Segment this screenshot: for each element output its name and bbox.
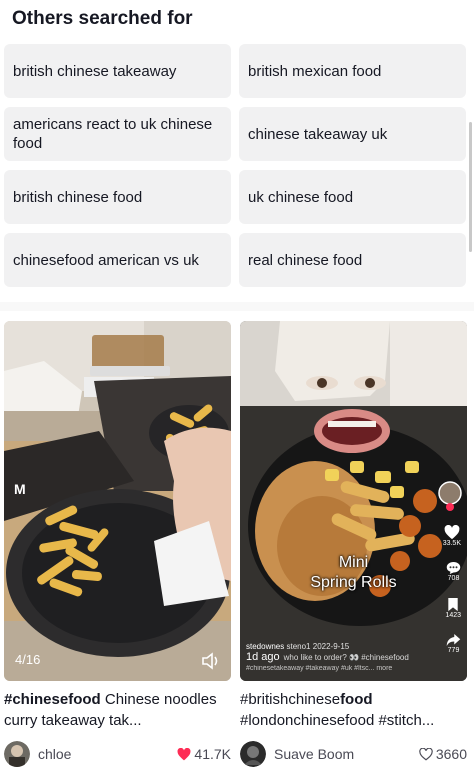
like-count-value: 3660 [435, 746, 467, 762]
like-count[interactable]: 41.7K [177, 746, 231, 762]
speaker-icon[interactable] [201, 652, 221, 675]
bookmark-button[interactable]: 1423 [445, 597, 461, 619]
search-chip[interactable]: chinese takeaway uk [239, 107, 466, 161]
video-thumbnail[interactable]: M 4/16 [4, 321, 231, 681]
video-thumbnail[interactable]: Mini Spring Rolls 33.5K 708 1423 779 ste… [240, 321, 467, 681]
search-chip[interactable]: british chinese takeaway [4, 44, 231, 98]
avatar[interactable] [4, 741, 30, 767]
overlay-time: 1d ago [246, 651, 280, 663]
video-thumbnail-image [240, 321, 467, 681]
scrollbar[interactable] [469, 122, 472, 252]
overlay-date: 2022-9-15 [312, 642, 350, 651]
share-icon [446, 634, 461, 646]
search-chip[interactable]: real chinese food [239, 233, 466, 287]
side-count: 708 [447, 575, 460, 582]
side-count: 779 [447, 647, 460, 654]
overlay-tag: steno1 [286, 642, 311, 651]
video-caption[interactable]: #britishchinesefood #londonchinesefood #… [240, 689, 467, 731]
avatar[interactable] [240, 741, 266, 767]
search-chip[interactable]: americans react to uk chinese food [4, 107, 231, 161]
like-count-value: 41.7K [194, 746, 231, 762]
author-name[interactable]: Suave Boom [274, 746, 419, 762]
video-card[interactable]: M 4/16 #chinesefood Chinese noodles curr… [4, 321, 231, 768]
like-count[interactable]: 3660 [419, 746, 467, 762]
video-caption[interactable]: #chinesefood Chinese noodles curry takea… [4, 689, 231, 731]
comment-button[interactable]: 708 [446, 561, 461, 582]
side-count: 33.5K [442, 540, 461, 547]
section-divider [0, 302, 474, 311]
caption-hashtag[interactable]: #chinesefood [4, 691, 101, 708]
search-chip[interactable]: chinesefood american vs uk [4, 233, 231, 287]
video-overlay-title: Mini Spring Rolls [240, 553, 467, 593]
heart-outline-icon [419, 747, 433, 760]
side-count: 1423 [445, 612, 461, 619]
overlay-desc: who like to order? 👀 #chinesefood [283, 653, 409, 662]
caption-text: #londonchinesefood #stitch... [240, 712, 435, 729]
video-overlay-info: stedownes steno1 2022-9-15 1d ago who li… [246, 641, 426, 674]
overlay-desc-line2: #chinesetakeaway #takeaway #uk #ltsc... … [246, 665, 393, 672]
search-chip[interactable]: british mexican food [239, 44, 466, 98]
svg-text:M: M [14, 481, 26, 497]
caption-hashtag-part: chinese [288, 691, 341, 708]
heart-filled-icon [177, 747, 191, 760]
bookmark-icon [448, 597, 458, 612]
overlay-title-line: Mini [338, 554, 369, 571]
search-chip[interactable]: british chinese food [4, 170, 231, 224]
search-chip[interactable]: uk chinese food [239, 170, 466, 224]
share-button[interactable]: 779 [446, 633, 461, 654]
section-title: Others searched for [12, 8, 193, 29]
video-thumbnail-image: M [4, 321, 231, 681]
heart-icon [444, 525, 460, 540]
caption-hashtag[interactable]: #british [240, 691, 288, 708]
page-indicator: 4/16 [15, 652, 41, 667]
overlay-username: stedownes [246, 642, 285, 651]
like-button[interactable]: 33.5K [443, 525, 461, 547]
overlay-title-line: Spring Rolls [310, 574, 397, 591]
caption-highlight: food [340, 691, 373, 708]
author-name[interactable]: chloe [38, 746, 177, 762]
video-card[interactable]: Mini Spring Rolls 33.5K 708 1423 779 ste… [240, 321, 467, 768]
comment-icon [446, 562, 461, 574]
